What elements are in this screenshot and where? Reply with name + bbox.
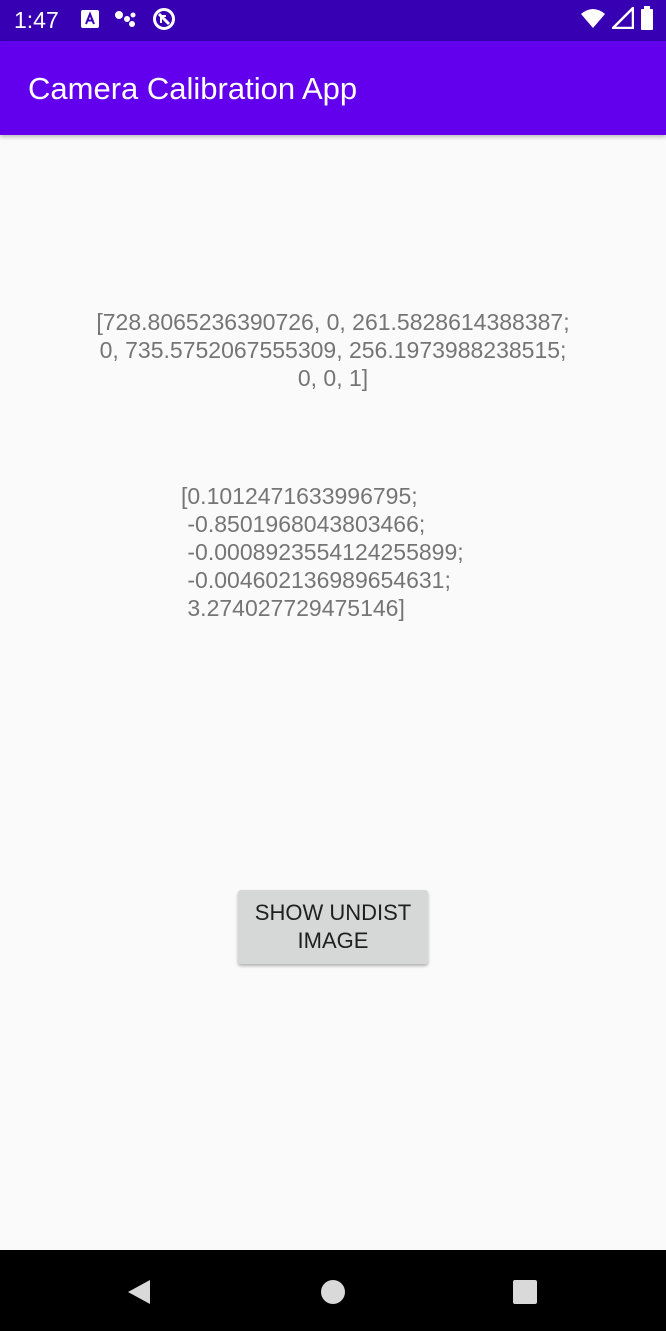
show-undist-image-button[interactable]: SHOW UNDIST IMAGE <box>238 890 428 964</box>
assistant-dots-icon <box>114 9 138 34</box>
camera-matrix-text: [728.8065236390726, 0, 261.5828614388387… <box>0 308 666 392</box>
camera-matrix-line: [728.8065236390726, 0, 261.5828614388387… <box>96 309 570 335</box>
distortion-line: -0.004602136989654631; <box>181 567 451 593</box>
undist-button-label-line1: SHOW UNDIST <box>254 900 412 925</box>
cell-signal-icon <box>609 4 635 34</box>
app-bar: Camera Calibration App <box>0 41 666 135</box>
recents-icon[interactable] <box>510 1277 540 1307</box>
distortion-line: 3.274027729475146] <box>181 595 405 621</box>
distortion-line: -0.0008923554124255899; <box>181 539 464 565</box>
battery-icon <box>640 5 654 35</box>
navigation-bar <box>0 1250 666 1331</box>
status-time: 1:47 <box>14 7 59 33</box>
distortion-line: [0.1012471633996795; <box>181 483 418 509</box>
app-title: Camera Calibration App <box>28 71 358 106</box>
home-icon[interactable] <box>318 1277 348 1307</box>
distortion-line: -0.8501968043803466; <box>181 511 426 537</box>
main-content: [728.8065236390726, 0, 261.5828614388387… <box>0 135 666 1250</box>
text-a-icon <box>80 9 100 34</box>
wifi-icon <box>580 7 606 34</box>
no-sim-icon <box>152 7 176 36</box>
status-bar: 1:47 <box>0 0 666 41</box>
undist-button-label-line2: IMAGE <box>297 928 369 953</box>
back-icon[interactable] <box>124 1277 154 1307</box>
camera-matrix-line: 0, 735.5752067555309, 256.1973988238515; <box>99 337 567 363</box>
status-right-icons <box>580 4 654 35</box>
camera-matrix-line: 0, 0, 1] <box>297 365 369 391</box>
distortion-coefficients-text: [0.1012471633996795; -0.8501968043803466… <box>181 482 464 622</box>
status-left-icons <box>80 7 176 36</box>
